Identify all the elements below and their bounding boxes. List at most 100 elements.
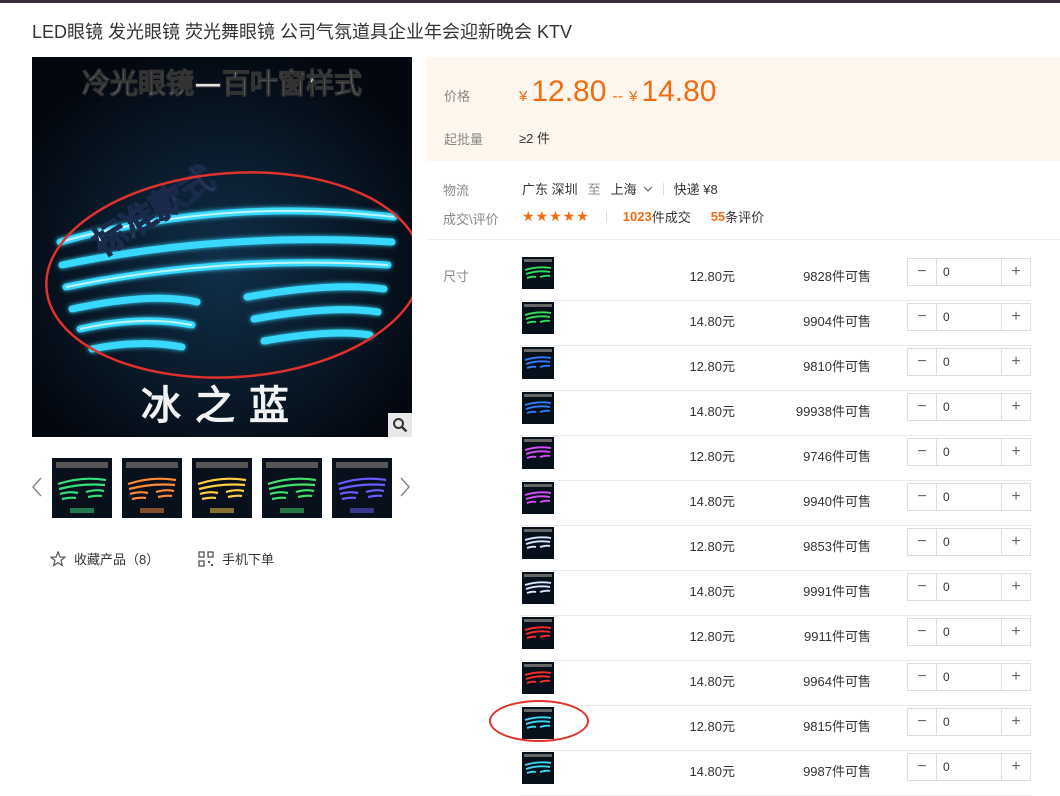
quantity-input[interactable]	[936, 574, 1002, 600]
sku-row: 12.80元9911件可售−+	[520, 615, 1032, 661]
increment-button[interactable]: +	[1002, 619, 1030, 645]
sku-thumbnail[interactable]	[522, 527, 554, 559]
quantity-input[interactable]	[936, 394, 1002, 420]
quantity-stepper: −+	[907, 708, 1031, 736]
quantity-input[interactable]	[936, 439, 1002, 465]
quantity-input[interactable]	[936, 664, 1002, 690]
increment-button[interactable]: +	[1002, 439, 1030, 465]
gallery-next-button[interactable]	[398, 472, 412, 502]
quantity-stepper: −+	[907, 618, 1031, 646]
decrement-button[interactable]: −	[908, 709, 936, 735]
quantity-input[interactable]	[936, 304, 1002, 330]
increment-button[interactable]: +	[1002, 304, 1030, 330]
decrement-button[interactable]: −	[908, 439, 936, 465]
currency-symbol: ¥	[629, 88, 638, 105]
sku-thumbnail[interactable]	[522, 392, 554, 424]
product-title: LED眼镜 发光眼镜 荧光舞眼镜 公司气氛道具企业年会迎新晚会 KTV	[32, 22, 573, 42]
sku-stock: 9815件可售	[803, 719, 871, 734]
quantity-stepper: −+	[907, 438, 1031, 466]
mobile-order-button[interactable]: 手机下单	[198, 549, 274, 568]
decrement-button[interactable]: −	[908, 259, 936, 285]
sku-row: 12.80元9746件可售−+	[520, 435, 1032, 481]
sku-stock: 9810件可售	[803, 359, 871, 374]
sku-price: 12.80元	[689, 359, 735, 374]
increment-button[interactable]: +	[1002, 259, 1030, 285]
banner-text: 冷光眼镜—百叶窗样式	[82, 67, 362, 100]
sku-stock: 99938件可售	[795, 404, 871, 419]
deal-count[interactable]: 1023	[623, 209, 652, 224]
sku-stock: 9991件可售	[803, 584, 871, 599]
sku-row: 14.80元99938件可售−+	[520, 390, 1032, 436]
sku-thumbnail[interactable]	[522, 437, 554, 469]
decrement-button[interactable]: −	[908, 574, 936, 600]
sku-thumbnail[interactable]	[522, 707, 554, 739]
sku-price: 14.80元	[689, 584, 735, 599]
sku-price: 14.80元	[689, 764, 735, 779]
price-panel: 价格 ¥ 12.80 -- ¥ 14.80 起批量 ≥2 件	[427, 57, 1060, 161]
sku-stock: 9964件可售	[803, 674, 871, 689]
quantity-input[interactable]	[936, 484, 1002, 510]
gallery-thumbnail[interactable]	[262, 458, 322, 518]
decrement-button[interactable]: −	[908, 754, 936, 780]
decrement-button[interactable]: −	[908, 304, 936, 330]
sku-price: 12.80元	[689, 629, 735, 644]
increment-button[interactable]: +	[1002, 484, 1030, 510]
gallery-prev-button[interactable]	[30, 472, 44, 502]
increment-button[interactable]: +	[1002, 529, 1030, 555]
sku-thumbnail[interactable]	[522, 662, 554, 694]
decrement-button[interactable]: −	[908, 394, 936, 420]
magnifier-icon	[393, 418, 408, 433]
increment-button[interactable]: +	[1002, 709, 1030, 735]
zoom-button[interactable]	[388, 413, 412, 437]
sku-price: 12.80元	[689, 539, 735, 554]
gallery-thumbnail[interactable]	[52, 458, 112, 518]
increment-button[interactable]: +	[1002, 394, 1030, 420]
ship-to: 至	[587, 182, 601, 197]
increment-button[interactable]: +	[1002, 574, 1030, 600]
sku-thumbnail[interactable]	[522, 752, 554, 784]
gallery-thumbnail[interactable]	[192, 458, 252, 518]
mobile-order-label: 手机下单	[222, 552, 275, 567]
review-count[interactable]: 55	[711, 209, 725, 224]
decrement-button[interactable]: −	[908, 619, 936, 645]
express-fee: 快递 ¥8	[673, 182, 718, 197]
sku-thumbnail[interactable]	[522, 482, 554, 514]
decrement-button[interactable]: −	[908, 349, 936, 375]
decrement-button[interactable]: −	[908, 484, 936, 510]
quantity-input[interactable]	[936, 619, 1002, 645]
quantity-input[interactable]	[936, 259, 1002, 285]
main-product-image[interactable]: 冷光眼镜—百叶窗样式 标准款式 冰之蓝	[32, 57, 412, 437]
sku-stock: 9904件可售	[803, 314, 871, 329]
quantity-input[interactable]	[936, 754, 1002, 780]
quantity-input[interactable]	[936, 349, 1002, 375]
decrement-button[interactable]: −	[908, 529, 936, 555]
increment-button[interactable]: +	[1002, 664, 1030, 690]
increment-button[interactable]: +	[1002, 349, 1030, 375]
price-high: 14.80	[641, 75, 717, 108]
sku-thumbnail[interactable]	[522, 572, 554, 604]
sku-row: 12.80元9828件可售−+	[520, 255, 1032, 301]
sku-thumbnail[interactable]	[522, 302, 554, 334]
increment-button[interactable]: +	[1002, 754, 1030, 780]
gallery-thumbnail[interactable]	[122, 458, 182, 518]
gallery-thumbnail[interactable]	[332, 458, 392, 518]
ship-destination-select[interactable]: 上海	[611, 179, 653, 198]
deal-suffix: 件成交	[651, 210, 691, 225]
sku-thumbnail[interactable]	[522, 257, 554, 289]
review-suffix: 条评价	[725, 210, 765, 225]
sku-price: 14.80元	[689, 494, 735, 509]
favorite-button[interactable]: 收藏产品（8）	[50, 549, 159, 568]
sku-thumbnail[interactable]	[522, 347, 554, 379]
sku-thumbnail[interactable]	[522, 617, 554, 649]
sku-price: 14.80元	[689, 314, 735, 329]
sku-row: 14.80元9964件可售−+	[520, 660, 1032, 706]
logistics-row: 广东 深圳 至 上海 快递 ¥8	[522, 179, 718, 198]
quantity-stepper: −+	[907, 303, 1031, 331]
sku-price: 12.80元	[689, 719, 735, 734]
quantity-stepper: −+	[907, 348, 1031, 376]
price-range: ¥ 12.80 -- ¥ 14.80	[519, 75, 717, 109]
quantity-input[interactable]	[936, 529, 1002, 555]
qr-code-icon	[198, 550, 214, 567]
quantity-input[interactable]	[936, 709, 1002, 735]
decrement-button[interactable]: −	[908, 664, 936, 690]
